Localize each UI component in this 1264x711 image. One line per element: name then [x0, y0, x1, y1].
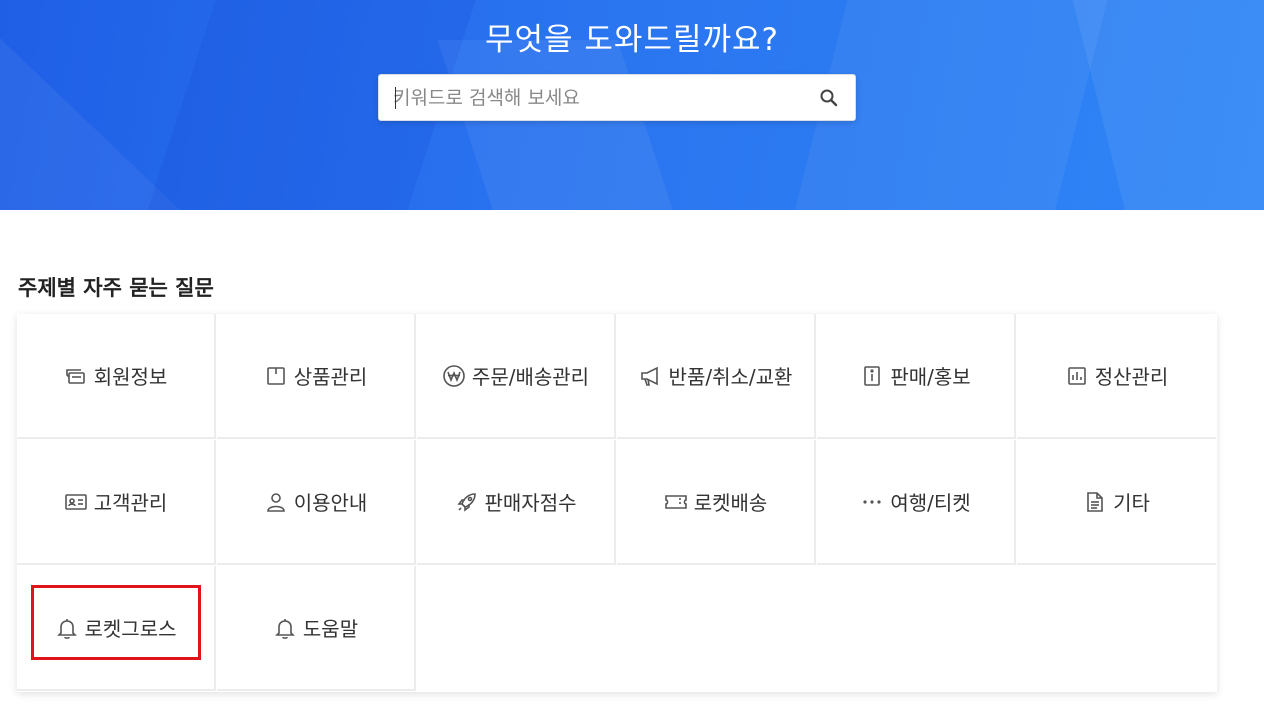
category-label: 로켓배송 [693, 491, 768, 515]
category-label: 로켓그로스 [84, 617, 177, 641]
megaphone-icon [639, 364, 663, 388]
category-label: 판매/홍보 [890, 365, 971, 389]
search-icon[interactable] [819, 88, 839, 108]
rocket-icon [455, 490, 479, 514]
member-card-icon [64, 364, 88, 388]
category-label: 상품관리 [293, 365, 368, 389]
info-icon [860, 364, 884, 388]
bell-icon [273, 616, 297, 640]
search-box[interactable] [378, 74, 856, 121]
text-caret [395, 87, 396, 109]
document-icon [1083, 490, 1107, 514]
hero-banner: 무엇을 도와드릴까요? [0, 0, 1264, 210]
box-icon [264, 364, 288, 388]
category-settlement[interactable]: 정산관리 [1017, 314, 1216, 439]
category-etc[interactable]: 기타 [1017, 440, 1216, 565]
category-travel-ticket[interactable]: 여행/티켓 [817, 440, 1016, 565]
category-order-delivery[interactable]: 주문/배송관리 [417, 314, 616, 439]
hero-title: 무엇을 도와드릴까요? [485, 22, 779, 58]
category-label: 회원정보 [93, 365, 168, 389]
bar-chart-icon [1065, 364, 1089, 388]
user-icon [264, 490, 288, 514]
id-card-icon [64, 490, 88, 514]
more-dots-icon [860, 490, 884, 514]
category-member-info[interactable]: 회원정보 [17, 314, 216, 439]
bell-icon [55, 616, 79, 640]
category-seller-score[interactable]: 판매자점수 [417, 440, 616, 565]
category-sales-promotion[interactable]: 판매/홍보 [817, 314, 1016, 439]
ticket-icon [664, 490, 688, 514]
category-return-cancel-exchange[interactable]: 반품/취소/교환 [617, 314, 816, 439]
category-customer-management[interactable]: 고객관리 [17, 440, 216, 565]
category-usage-guide[interactable]: 이용안내 [217, 440, 416, 565]
section-title: 주제별 자주 묻는 질문 [18, 276, 214, 300]
category-label: 이용안내 [293, 491, 368, 515]
category-label: 주문/배송관리 [471, 365, 590, 389]
category-label: 여행/티켓 [890, 491, 971, 515]
hero-decoration [437, 40, 683, 210]
category-rocket-growth[interactable]: 로켓그로스 [17, 566, 216, 691]
won-coin-icon [442, 364, 466, 388]
category-label: 도움말 [302, 617, 359, 641]
faq-category-grid: 회원정보 상품관리 주문/배송관리 반품/취소/교환 판매/홍보 정산관리 고객… [17, 314, 1217, 692]
search-input[interactable] [393, 75, 803, 120]
category-label: 판매자점수 [484, 491, 577, 515]
category-label: 기타 [1113, 491, 1150, 515]
category-label: 반품/취소/교환 [668, 365, 793, 389]
category-product-management[interactable]: 상품관리 [217, 314, 416, 439]
category-label: 정산관리 [1094, 365, 1169, 389]
category-rocket-delivery[interactable]: 로켓배송 [617, 440, 816, 565]
category-help[interactable]: 도움말 [217, 566, 416, 691]
category-label: 고객관리 [93, 491, 168, 515]
